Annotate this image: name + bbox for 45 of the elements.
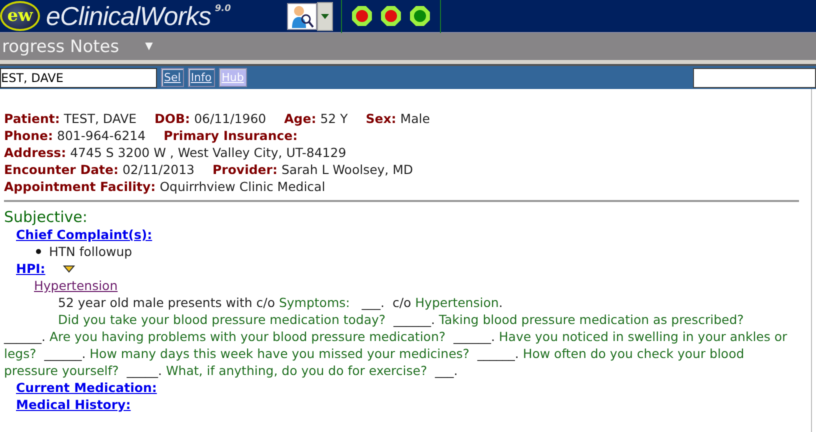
- section-link[interactable]: Current Medication:: [16, 379, 157, 396]
- status-light[interactable]: [352, 6, 372, 26]
- section-link[interactable]: Medical History:: [16, 396, 131, 413]
- field-label: Address:: [4, 144, 66, 161]
- search-field[interactable]: [693, 68, 816, 88]
- status-light[interactable]: [410, 6, 430, 26]
- module-title: rogress Notes: [2, 36, 120, 56]
- section-heading: Subjective:: [4, 208, 88, 226]
- field-label: Phone:: [4, 127, 54, 144]
- field-label: Appointment Facility:: [4, 178, 156, 195]
- field-value: TEST, DAVE: [64, 110, 137, 127]
- field-value: 52 Y: [320, 110, 348, 127]
- field-value: Sarah L Woolsey, MD: [281, 161, 414, 178]
- field-label: Patient:: [4, 110, 60, 127]
- app-title: eClinicalWorks: [46, 0, 211, 32]
- field-value: Male: [400, 110, 430, 127]
- complaint-item: HTN followup: [49, 243, 132, 260]
- field-value: 06/11/1960: [194, 110, 266, 127]
- field-value: 02/11/2013: [122, 161, 195, 178]
- section-link[interactable]: Chief Complaint(s):: [16, 226, 152, 243]
- field-value: Oquirrhview Clinic Medical: [160, 178, 326, 195]
- field-label: Age:: [284, 110, 316, 127]
- field-label: Primary Insurance:: [164, 127, 298, 144]
- bullet-icon: [36, 249, 41, 254]
- field-label: DOB:: [154, 110, 190, 127]
- hpi-paragraph: 52 year old male presents with c/o Symptoms: ___. c/o Hypertension.: [57, 294, 504, 311]
- field-label: Sex:: [366, 110, 396, 127]
- topic-link[interactable]: Hypertension: [34, 278, 118, 293]
- person-search-icon: [290, 4, 314, 28]
- field-label: Encounter Date:: [4, 161, 118, 178]
- patient-search-button[interactable]: [286, 2, 317, 30]
- hpi-paragraph: Did you take your blood pressure medication today? ______. Taking blood pressure medication as prescribed? ______. Are you having problems with your blood pressure medication? ______. Have you noticed in swelling in your ankles or legs? ______. How many days this week have you missed your medicines? ______. How often do you check your blood pressure yourself? _____. What, if anything, do you do for exercise? ___.: [4, 311, 788, 379]
- expand-triangle-icon[interactable]: [63, 264, 76, 272]
- patient-name-field[interactable]: EST, DAVE: [0, 68, 157, 88]
- version-label: 9.0: [214, 4, 232, 14]
- patient-button[interactable]: Info: [188, 68, 215, 87]
- caret-icon: [320, 14, 329, 18]
- section-link[interactable]: HPI:: [16, 260, 46, 277]
- app-logo: ew: [0, 1, 40, 31]
- field-value: 801-964-6214: [57, 127, 146, 144]
- patient-button[interactable]: Sel: [161, 68, 184, 87]
- field-value: 4745 S 3200 W , West Valley City, UT-84129: [70, 144, 346, 161]
- field-label: Provider:: [212, 161, 278, 178]
- dropdown-button[interactable]: [316, 2, 333, 30]
- status-light[interactable]: [380, 6, 401, 26]
